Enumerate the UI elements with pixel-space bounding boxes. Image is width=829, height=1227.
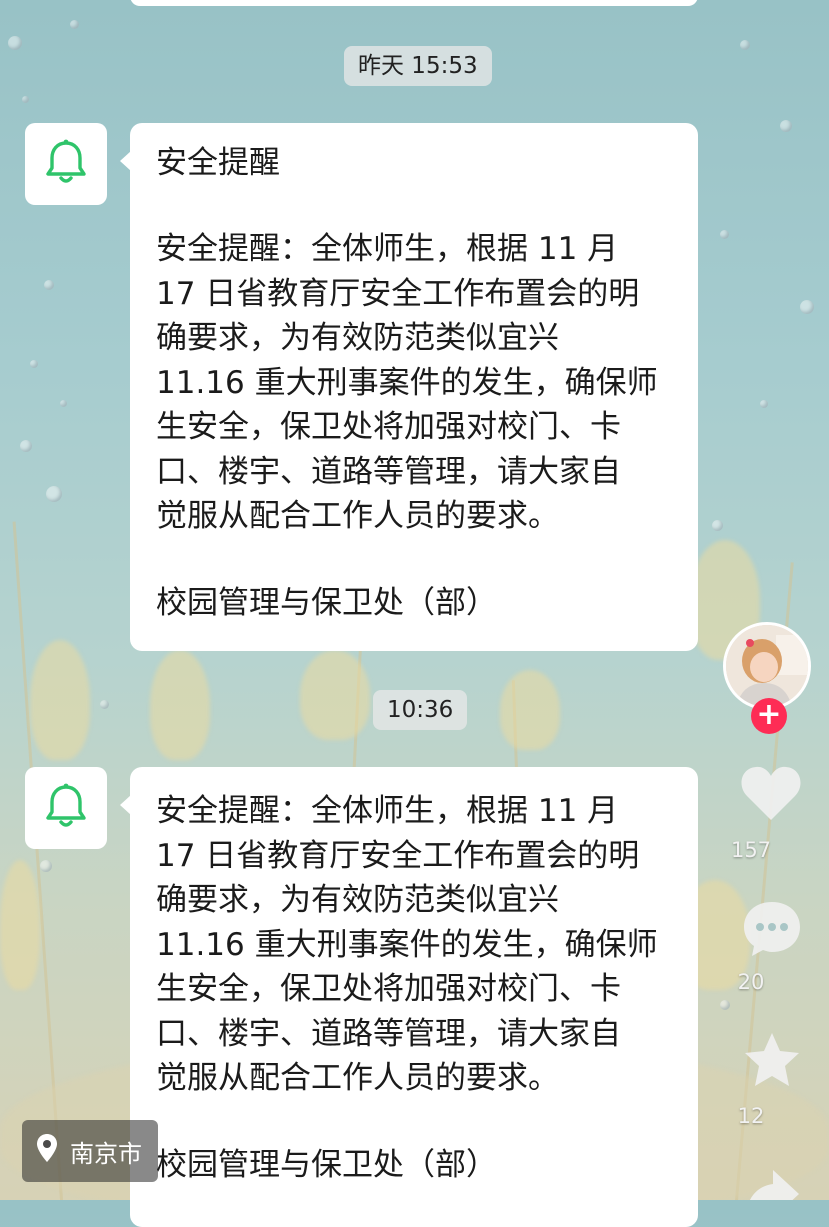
share-arrow-icon[interactable] xyxy=(743,1168,801,1218)
bell-icon xyxy=(43,138,89,190)
message-line: 口、楼宇、道路等管理，请大家自 xyxy=(156,453,621,490)
message-line: 确要求，为有效防范类似宜兴 xyxy=(156,882,559,918)
message-line: 觉服从配合工作人员的要求。 xyxy=(156,1060,559,1096)
location-pin-icon xyxy=(36,1133,58,1169)
message-line: 觉服从配合工作人员的要求。 xyxy=(156,498,559,534)
message-line: 生安全，保卫处将加强对校门、卡 xyxy=(156,409,621,445)
message-line: 11.16 重大刑事案件的发生，确保师 xyxy=(156,364,658,401)
message-body: 安全提醒：全体师生，根据 11 月 17 日省教育厅安全工作布置会的明 确要求，… xyxy=(156,227,676,539)
heart-icon[interactable] xyxy=(739,764,803,826)
message-line: 生安全，保卫处将加强对校门、卡 xyxy=(156,971,621,1007)
sender-avatar[interactable] xyxy=(25,123,107,205)
message-title: 安全提醒 xyxy=(156,145,280,181)
message-line: 口、楼宇、道路等管理，请大家自 xyxy=(156,1015,621,1052)
message-line: 17 日省教育厅安全工作布置会的明 xyxy=(156,275,640,312)
message-bubble[interactable]: 安全提醒：全体师生，根据 11 月 17 日省教育厅安全工作布置会的明 确要求，… xyxy=(120,767,698,1227)
message-line: 17 日省教育厅安全工作布置会的明 xyxy=(156,837,640,874)
bell-icon xyxy=(43,782,89,834)
location-label: 南京市 xyxy=(70,1139,142,1168)
comment-count: 20 xyxy=(737,970,765,994)
sender-avatar[interactable] xyxy=(25,767,107,849)
message-line: 安全提醒：全体师生，根据 11 月 xyxy=(156,793,619,829)
message-bubble[interactable]: 安全提醒 安全提醒：全体师生，根据 11 月 17 日省教育厅安全工作布置会的明… xyxy=(120,123,698,651)
message-timestamp: 10:36 xyxy=(373,690,468,730)
message-line: 安全提醒：全体师生，根据 11 月 xyxy=(156,231,619,267)
message-line: 确要求，为有效防范类似宜兴 xyxy=(156,320,559,356)
avatar-portrait-icon xyxy=(726,625,808,707)
message-signature: 校园管理与保卫处（部） xyxy=(156,584,497,621)
action-rail: + 157 20 12 xyxy=(723,0,829,1218)
message-body: 安全提醒：全体师生，根据 11 月 17 日省教育厅安全工作布置会的明 确要求，… xyxy=(156,789,676,1101)
message-timestamp: 昨天 15:53 xyxy=(344,46,492,86)
like-count: 157 xyxy=(730,838,772,862)
location-tag[interactable]: 南京市 xyxy=(22,1120,158,1182)
favorite-count: 12 xyxy=(737,1104,765,1128)
message-line: 11.16 重大刑事案件的发生，确保师 xyxy=(156,926,658,963)
favorite-star-icon[interactable] xyxy=(741,1030,803,1094)
message-signature: 校园管理与保卫处（部） xyxy=(156,1146,497,1183)
follow-button[interactable]: + xyxy=(751,698,787,734)
comment-icon[interactable] xyxy=(741,898,803,964)
